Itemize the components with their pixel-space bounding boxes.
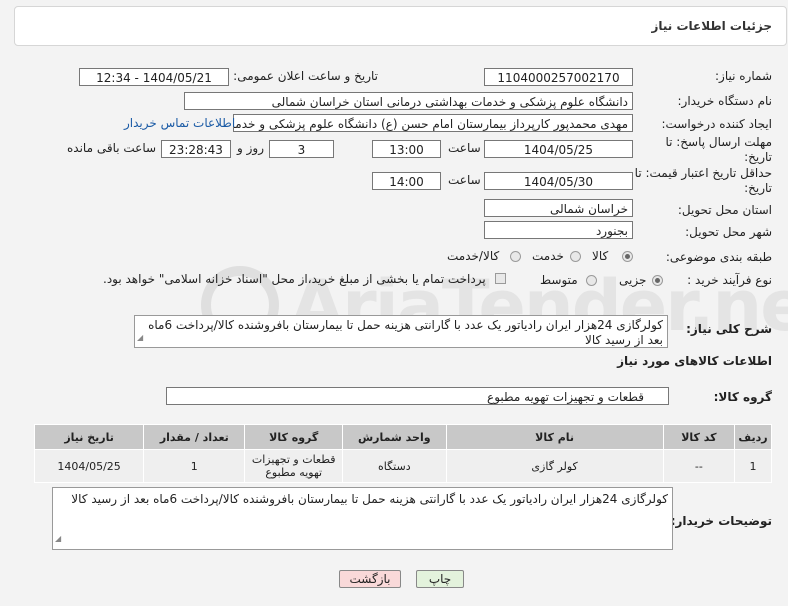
days-label: روز و (237, 141, 264, 155)
delivery-province-label: استان محل تحویل: (677, 203, 772, 217)
remaining-time-label: ساعت باقی مانده (67, 141, 157, 155)
reply-deadline-label: مهلت ارسال پاسخ: تا تاریخ: (665, 135, 772, 164)
days-field[interactable]: 3 (269, 140, 334, 158)
col-header-row-number: ردیف (733, 424, 773, 450)
header-panel: جزئیات اطلاعات نیاز (14, 6, 787, 46)
cell-unit: دستگاه (342, 449, 447, 483)
col-header-name: نام کالا (445, 424, 664, 450)
col-header-quantity: تعداد / مقدار (143, 424, 246, 450)
col-header-group: گروه کالا (244, 424, 344, 450)
price-time-field[interactable]: 14:00 (372, 172, 441, 190)
cell-need-date: 1404/05/25 (33, 449, 145, 483)
table-row[interactable]: 1 -- کولر گازی دستگاه قطعات و تجهیزات ته… (33, 449, 773, 483)
process-option-minor: جزیی (619, 273, 647, 287)
process-radio-medium[interactable] (586, 275, 597, 286)
reply-time-label: ساعت (448, 141, 481, 155)
summary-text: کولرگازی 24هزار ایران رادیاتور یک عدد با… (148, 318, 663, 347)
col-header-code: کد کالا (662, 424, 735, 450)
table-header-row: ردیف کد کالا نام کالا واحد شمارش گروه کا… (33, 424, 773, 450)
requester-label: ایجاد کننده درخواست: (661, 117, 772, 131)
process-label: نوع فرآیند خرید : (687, 273, 772, 287)
delivery-city-label: شهر محل تحویل: (685, 225, 772, 239)
need-number-label: شماره نیاز: (715, 69, 772, 83)
process-radio-minor[interactable] (652, 275, 663, 286)
delivery-city-field[interactable]: بجنورد (484, 221, 633, 239)
category-label: طبقه بندی موضوعی: (665, 250, 772, 264)
category-radio-goods-service[interactable] (510, 251, 521, 262)
buyer-notes-label: توضیحات خریدار: (670, 514, 772, 528)
process-option-medium: متوسط (540, 273, 578, 287)
cell-code: -- (662, 449, 735, 483)
buyer-notes-text: کولرگازی 24هزار ایران رادیاتور یک عدد با… (71, 492, 668, 506)
cell-group: قطعات و تجهیزات تهویه مطبوع (244, 449, 344, 483)
buyer-org-label: نام دستگاه خریدار: (677, 94, 773, 108)
contact-info-link[interactable]: اطلاعات تماس خریدار (124, 116, 235, 130)
announce-datetime-field[interactable]: 1404/05/21 - 12:34 (79, 68, 229, 86)
summary-textarea[interactable]: کولرگازی 24هزار ایران رادیاتور یک عدد با… (134, 315, 668, 348)
price-date-field[interactable]: 1404/05/30 (484, 172, 633, 190)
announce-label: تاریخ و ساعت اعلان عمومی: (233, 69, 378, 83)
buyer-notes-textarea[interactable]: کولرگازی 24هزار ایران رادیاتور یک عدد با… (52, 487, 673, 550)
cell-row-number: 1 (733, 449, 773, 483)
goods-table: ردیف کد کالا نام کالا واحد شمارش گروه کا… (33, 424, 773, 483)
buyer-org-field[interactable]: دانشگاه علوم پزشکی و خدمات بهداشتی درمان… (184, 92, 633, 110)
goods-group-label: گروه کالا: (713, 390, 772, 404)
reply-time-field[interactable]: 13:00 (372, 140, 441, 158)
category-option-goods: کالا (592, 249, 609, 263)
cell-quantity: 1 (143, 449, 246, 483)
requester-field[interactable]: مهدی محمدپور کارپرداز بیمارستان امام حسن… (233, 114, 633, 132)
cell-name: کولر گازی (445, 449, 664, 483)
resize-handle-icon[interactable]: ◢ (55, 530, 61, 547)
price-time-label: ساعت (448, 173, 481, 187)
goods-group-field[interactable]: قطعات و تجهیزات تهویه مطبوع (166, 387, 669, 405)
category-radio-goods[interactable] (622, 251, 633, 262)
treasury-checkbox[interactable] (495, 273, 506, 284)
col-header-need-date: تاریخ نیاز (33, 424, 145, 450)
payment-note: پرداخت تمام یا بخشی از مبلغ خرید،از محل … (103, 272, 486, 286)
category-radio-service[interactable] (570, 251, 581, 262)
remaining-time-field[interactable]: 23:28:43 (161, 140, 231, 158)
need-number-field[interactable]: 1104000257002170 (484, 68, 633, 86)
category-option-service: خدمت (532, 249, 564, 263)
price-validity-label: حداقل تاریخ اعتبار قیمت: تا تاریخ: (634, 166, 772, 195)
summary-label: شرح کلی نیاز: (686, 322, 772, 336)
back-button[interactable]: بازگشت (339, 570, 401, 588)
resize-handle-icon[interactable]: ◢ (137, 330, 143, 345)
print-button[interactable]: چاپ (416, 570, 464, 588)
reply-date-field[interactable]: 1404/05/25 (484, 140, 633, 158)
category-option-goods-service: کالا/خدمت (447, 249, 500, 263)
page-title: جزئیات اطلاعات نیاز (651, 19, 772, 33)
delivery-province-field[interactable]: خراسان شمالی (484, 199, 633, 217)
col-header-unit: واحد شمارش (342, 424, 447, 450)
goods-section-title: اطلاعات کالاهای مورد نیاز (617, 354, 772, 368)
